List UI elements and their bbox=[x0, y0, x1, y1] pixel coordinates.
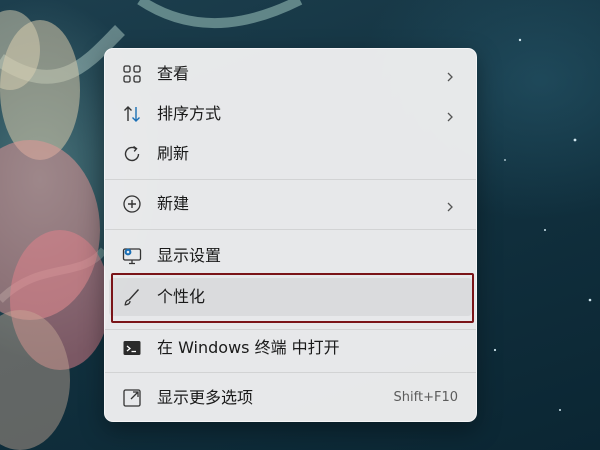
refresh-icon bbox=[122, 144, 142, 164]
menu-item-label: 在 Windows 终端 中打开 bbox=[157, 338, 340, 357]
menu-item-label: 显示设置 bbox=[157, 246, 222, 265]
menu-item-label: 刷新 bbox=[157, 144, 190, 163]
highlight-frame bbox=[111, 273, 474, 323]
menu-divider bbox=[105, 229, 476, 230]
menu-item-show-more-options[interactable]: 显示更多选项 Shift+F10 bbox=[109, 379, 472, 417]
chevron-right-icon bbox=[444, 108, 456, 122]
menu-item-label: 排序方式 bbox=[157, 104, 222, 123]
menu-item-view[interactable]: 查看 bbox=[109, 55, 472, 93]
desktop-context-menu: 查看 排序方式 刷新 新建 显示设置 个性化 在 Windows 终端 中打开 … bbox=[104, 48, 477, 422]
sort-arrows-icon bbox=[122, 104, 142, 124]
chevron-right-icon bbox=[444, 68, 456, 82]
grid-view-icon bbox=[122, 64, 142, 84]
menu-item-display-settings[interactable]: 显示设置 bbox=[109, 237, 472, 275]
menu-divider bbox=[105, 179, 476, 180]
menu-item-label: 显示更多选项 bbox=[157, 388, 254, 407]
menu-item-new[interactable]: 新建 bbox=[109, 185, 472, 223]
menu-item-label: 新建 bbox=[157, 194, 190, 213]
terminal-icon bbox=[122, 338, 142, 358]
display-settings-icon bbox=[122, 246, 142, 266]
menu-item-refresh[interactable]: 刷新 bbox=[109, 135, 472, 173]
menu-item-sort-by[interactable]: 排序方式 bbox=[109, 95, 472, 133]
keyboard-shortcut: Shift+F10 bbox=[393, 390, 458, 405]
menu-divider bbox=[105, 372, 476, 373]
menu-item-label: 查看 bbox=[157, 64, 190, 83]
chevron-right-icon bbox=[444, 198, 456, 212]
plus-circle-icon bbox=[122, 194, 142, 214]
menu-item-open-in-terminal[interactable]: 在 Windows 终端 中打开 bbox=[109, 329, 472, 367]
more-options-icon bbox=[122, 388, 142, 408]
